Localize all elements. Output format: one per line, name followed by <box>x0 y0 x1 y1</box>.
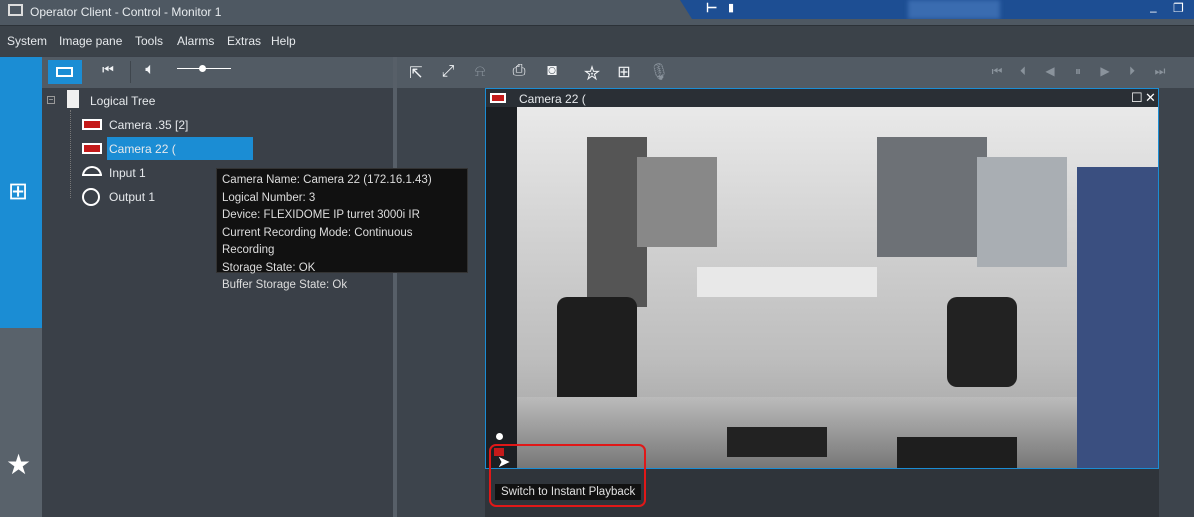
menu-image-pane[interactable]: Image pane <box>59 34 122 48</box>
video-monitor <box>897 437 1017 468</box>
sidebar-tab-logical-tree[interactable]: ⊞ <box>0 57 42 328</box>
tree-icon: ⊞ <box>8 178 29 205</box>
tooltip-storage-state: Storage State: OK <box>222 261 316 274</box>
skip-end-icon[interactable]: ⏭ <box>1148 64 1172 79</box>
tree-item-output-1[interactable]: Output 1 <box>109 190 155 204</box>
image-pane-toolbar: ⇱ ⤢ ⍾ ⎙ ◙ ✮ ⊞ 🎙︎ ⏮ ⏴ ◀ ⏸ ▶ ⏵ ⏭ <box>397 57 1194 88</box>
tooltip-device: Device: FLEXIDOME IP turret 3000i IR <box>222 209 420 221</box>
minimize-button[interactable]: – <box>1150 4 1157 18</box>
sidebar-tab-favorites[interactable]: ★ <box>0 328 42 517</box>
play-icon[interactable]: ▶ <box>1093 64 1117 78</box>
camera-icon <box>490 93 506 103</box>
pane-close-button[interactable]: ✕ <box>1145 90 1156 106</box>
tooltip-recording-mode: Current Recording Mode: Continuous Recor… <box>222 226 413 257</box>
video-camera-wall <box>977 157 1067 267</box>
reverse-icon[interactable]: ◀ <box>1038 64 1062 78</box>
volume-slider[interactable] <box>177 65 231 72</box>
video-rack-right <box>1077 167 1158 468</box>
menu-bar: System Image pane Tools Alarms Extras He… <box>0 25 1194 56</box>
microphone-icon[interactable]: 🎙︎ <box>647 62 671 82</box>
tree-item-camera-22[interactable]: Camera 22 ( <box>109 142 176 156</box>
tree-root-label[interactable]: Logical Tree <box>90 94 155 108</box>
input-icon <box>82 166 102 176</box>
tooltip-camera-name: Camera Name: Camera 22 (172.16.1.43) <box>222 174 432 186</box>
step-back-icon[interactable]: ⏴ <box>1011 64 1035 79</box>
step-forward-icon[interactable]: ⏵ <box>1120 64 1144 79</box>
logical-tree: − Logical Tree Camera .35 [2] Camera 22 … <box>42 88 393 517</box>
tree-item-camera-35[interactable]: Camera .35 [2] <box>109 118 188 132</box>
connection-icon: ⊢ <box>706 0 718 15</box>
alarm-icon[interactable]: ⍾ <box>468 63 492 81</box>
add-region-icon[interactable]: ⊞ <box>612 62 636 82</box>
blurred-user <box>908 0 1000 19</box>
video-glass-door <box>877 137 987 257</box>
status-band: ⊢ ▮ – ❐ <box>680 0 1194 19</box>
server-icon <box>67 90 79 108</box>
recording-indicator <box>496 433 503 440</box>
skip-start-icon[interactable]: ⏮ <box>985 64 1009 79</box>
camera-icon <box>82 143 102 154</box>
pane-title: Camera 22 ( <box>519 92 586 106</box>
signal-icon: ▮ <box>728 2 735 14</box>
video-chair <box>947 297 1017 387</box>
live-mode-button[interactable] <box>48 60 82 84</box>
video-keyboard <box>727 427 827 457</box>
camera-icon <box>82 119 102 130</box>
snapshot-icon[interactable]: ◙ <box>540 62 564 80</box>
menu-extras[interactable]: Extras <box>227 34 261 48</box>
window-title: Operator Client - Control - Monitor 1 <box>30 5 222 19</box>
highlight-box <box>489 444 646 507</box>
monitor-icon <box>8 4 23 16</box>
output-icon <box>82 188 100 206</box>
tree-line <box>70 110 71 198</box>
menu-tools[interactable]: Tools <box>135 34 163 48</box>
video-panel <box>637 157 717 247</box>
menu-help[interactable]: Help <box>271 34 296 48</box>
maximize-icon[interactable]: ⤢ <box>436 63 460 81</box>
pane-header: Camera 22 ( ☐ ✕ <box>486 89 1158 107</box>
image-pane-camera-22[interactable]: Camera 22 ( ☐ ✕ <box>485 88 1159 469</box>
video-desk <box>697 267 877 297</box>
collapse-toggle[interactable]: − <box>47 96 55 104</box>
bookmark-icon[interactable]: ✮ <box>580 61 604 86</box>
divider <box>130 61 131 83</box>
print-icon[interactable]: ⎙ <box>507 62 531 80</box>
playback-mode-button[interactable]: ⏮ <box>96 62 120 78</box>
camera-icon <box>56 67 73 77</box>
speaker-icon[interactable]: 🔈︎ <box>138 61 162 79</box>
menu-system[interactable]: System <box>7 34 47 48</box>
tooltip-logical-number: Logical Number: 3 <box>222 191 316 204</box>
star-icon: ★ <box>6 449 32 480</box>
volume-slider-handle[interactable] <box>199 65 206 72</box>
pane-layout-icon[interactable]: ⇱ <box>404 63 428 83</box>
camera-info-tooltip: Camera Name: Camera 22 (172.16.1.43) Log… <box>216 168 468 291</box>
pause-icon[interactable]: ⏸ <box>1066 64 1090 79</box>
tooltip-buffer-storage-state: Buffer Storage State: Ok <box>222 279 348 291</box>
pane-maximize-button[interactable]: ☐ <box>1131 90 1143 106</box>
menu-alarms[interactable]: Alarms <box>177 34 214 48</box>
camera-video-feed[interactable] <box>517 107 1158 468</box>
left-toolbar: ⏮ 🔈︎ <box>42 57 393 88</box>
tree-item-input-1[interactable]: Input 1 <box>109 166 146 180</box>
restore-button[interactable]: ❐ <box>1173 1 1184 15</box>
